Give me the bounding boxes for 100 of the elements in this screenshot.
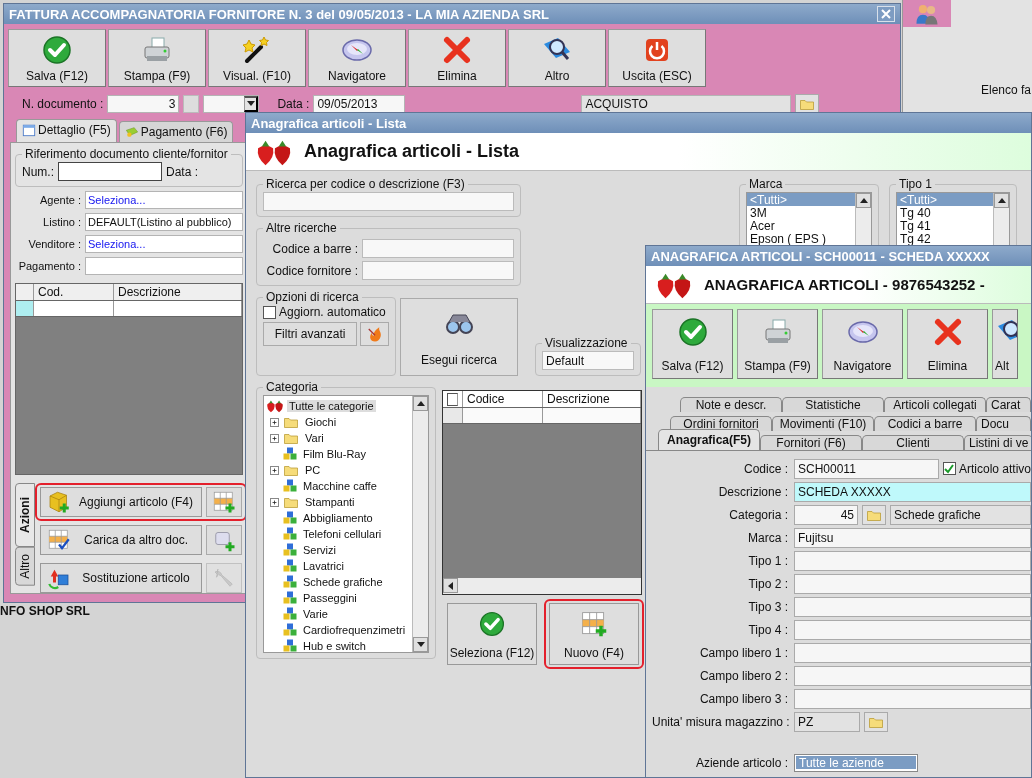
- input-field[interactable]: SCHEDA XXXXX: [794, 481, 1031, 502]
- scroll-up-button[interactable]: [413, 396, 428, 411]
- tab[interactable]: Codici a barre: [874, 416, 976, 431]
- tree-item[interactable]: Servizi: [301, 544, 338, 556]
- close-button[interactable]: [877, 6, 895, 22]
- tree-item[interactable]: Telefoni cellulari: [301, 528, 384, 540]
- input-field[interactable]: [794, 573, 1031, 594]
- expand-icon[interactable]: [270, 465, 279, 475]
- column-header[interactable]: Cod.: [34, 284, 114, 300]
- tree-item[interactable]: Schede grafiche: [301, 576, 385, 588]
- input-field[interactable]: [794, 596, 1031, 617]
- tab[interactable]: Dettaglio (F5): [16, 119, 117, 142]
- tree-item[interactable]: Cardiofrequenzimetri: [301, 624, 408, 636]
- list-item[interactable]: Acer: [747, 219, 855, 232]
- expand-icon[interactable]: [270, 497, 279, 507]
- input-field[interactable]: [794, 642, 1031, 663]
- tree-item[interactable]: Film Blu-Ray: [301, 448, 368, 460]
- toolbar-button[interactable]: Stampa (F9): [108, 29, 206, 87]
- text-field[interactable]: ACQUISTO: [581, 94, 792, 113]
- tree-item[interactable]: Abbigliamento: [301, 512, 375, 524]
- icon-button[interactable]: [206, 525, 242, 555]
- input-field[interactable]: [794, 688, 1031, 709]
- tree-item[interactable]: PC: [303, 464, 323, 476]
- toolbar-button[interactable]: Navigatore: [308, 29, 406, 87]
- tab[interactable]: Fornitori (F6): [760, 435, 862, 450]
- action-button[interactable]: Aggiungi articolo (F4): [40, 487, 202, 517]
- input-field[interactable]: Seleziona...: [85, 235, 243, 253]
- tree-item[interactable]: Vari: [303, 432, 326, 444]
- checkbox[interactable]: Aggiorn. automatico: [263, 305, 386, 319]
- input-field[interactable]: DEFAULT(Listino al pubblico): [85, 213, 243, 231]
- checkbox[interactable]: Articolo attivo: [942, 461, 1031, 476]
- tree-item[interactable]: Tutte le categorie: [287, 400, 376, 412]
- small-button[interactable]: [183, 94, 200, 113]
- input-field[interactable]: [362, 239, 514, 258]
- tab[interactable]: Articoli collegati: [884, 397, 986, 412]
- column-header[interactable]: Codice: [463, 391, 543, 407]
- tab[interactable]: Carat: [986, 397, 1031, 412]
- list-item[interactable]: 3M: [747, 206, 855, 219]
- tab[interactable]: Listini di ve: [964, 435, 1031, 450]
- input-field[interactable]: Seleziona...: [85, 191, 243, 209]
- scroll-up-button[interactable]: [994, 193, 1009, 208]
- input-field[interactable]: [794, 665, 1031, 686]
- input-field[interactable]: [794, 550, 1031, 571]
- scroll-down-button[interactable]: [413, 637, 428, 652]
- toolbar-button[interactable]: Visual. (F10): [208, 29, 306, 87]
- dropdown-field[interactable]: [203, 94, 260, 113]
- toolbar-button[interactable]: Salva (F12): [652, 309, 733, 379]
- expand-icon[interactable]: [270, 417, 279, 427]
- icon-button[interactable]: [360, 322, 389, 346]
- input-field[interactable]: [362, 261, 514, 280]
- column-header[interactable]: Descrizione: [114, 284, 242, 300]
- action-button[interactable]: Carica da altro doc.: [40, 525, 202, 555]
- column-header[interactable]: Descrizione: [543, 391, 641, 407]
- tree-item[interactable]: Varie: [301, 608, 330, 620]
- tab[interactable]: Clienti: [862, 435, 964, 450]
- list-item[interactable]: Tg 40: [897, 206, 993, 219]
- input-field[interactable]: [58, 162, 162, 181]
- toolbar-button[interactable]: Stampa (F9): [737, 309, 818, 379]
- icon-button[interactable]: [206, 487, 242, 517]
- tab[interactable]: Statistiche: [782, 397, 884, 412]
- folder-button[interactable]: [862, 504, 886, 525]
- toolbar-button[interactable]: Altro: [508, 29, 606, 87]
- tree-item[interactable]: Passeggini: [301, 592, 359, 604]
- number-field[interactable]: 3: [107, 94, 180, 113]
- action-button[interactable]: Sostituzione articolo: [40, 563, 202, 593]
- tab[interactable]: Movimenti (F10): [772, 416, 874, 431]
- folder-button[interactable]: [795, 93, 820, 114]
- tree-item[interactable]: Stampanti: [303, 496, 357, 508]
- input-field[interactable]: Fujitsu: [794, 527, 1031, 548]
- search-button[interactable]: Esegui ricerca: [400, 298, 518, 376]
- row-selector[interactable]: [16, 301, 34, 316]
- checkbox[interactable]: [447, 392, 458, 406]
- toolbar-button[interactable]: Salva (F12): [8, 29, 106, 87]
- tree-item[interactable]: Macchine caffe: [301, 480, 379, 492]
- input-field[interactable]: SCH00011: [794, 458, 939, 479]
- scroll-up-button[interactable]: [856, 193, 871, 208]
- input-field[interactable]: [794, 619, 1031, 640]
- side-tab[interactable]: Azioni: [15, 483, 35, 547]
- tab[interactable]: Docu: [976, 416, 1031, 431]
- toolbar-button[interactable]: Elimina: [408, 29, 506, 87]
- tree-item[interactable]: Hub e switch: [301, 640, 368, 652]
- toolbar-button[interactable]: Uscita (ESC): [608, 29, 706, 87]
- number-field[interactable]: 45: [794, 504, 858, 525]
- search-field[interactable]: [263, 192, 514, 211]
- tab[interactable]: Note e descr.: [680, 397, 782, 412]
- side-tab[interactable]: Altro: [15, 547, 35, 586]
- input-field[interactable]: [85, 257, 243, 275]
- scroll-left-button[interactable]: [443, 578, 458, 593]
- toolbar-button[interactable]: Elimina: [907, 309, 988, 379]
- tree-item[interactable]: Giochi: [303, 416, 339, 428]
- toolbar-button[interactable]: Elenco fa: [981, 41, 1032, 97]
- tree-item[interactable]: Lavatrici: [301, 560, 346, 572]
- date-field[interactable]: 09/05/2013: [313, 94, 406, 113]
- icon-button[interactable]: [206, 563, 242, 593]
- dropdown-field[interactable]: Default: [542, 351, 634, 370]
- tab[interactable]: Pagamento (F6): [118, 121, 234, 142]
- toolbar-button[interactable]: Alt: [992, 309, 1018, 379]
- folder-button[interactable]: [864, 711, 888, 732]
- input-field[interactable]: PZ: [794, 711, 860, 732]
- action-button[interactable]: Seleziona (F12): [447, 603, 537, 665]
